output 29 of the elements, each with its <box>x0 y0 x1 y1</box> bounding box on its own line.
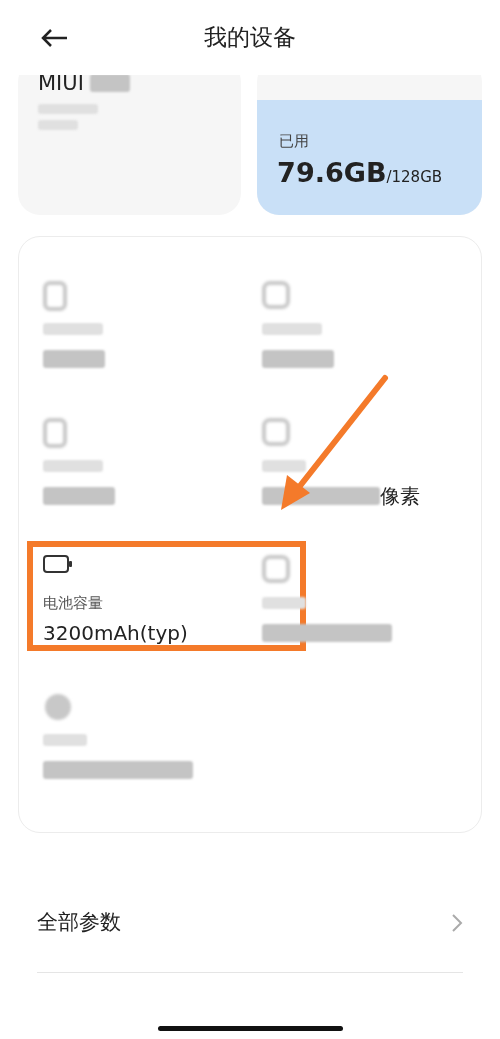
square-icon <box>262 281 290 309</box>
back-arrow-icon <box>40 27 68 48</box>
spec-value: 3200mAh(typ) <box>43 620 188 647</box>
blurred-text-bar <box>43 323 103 335</box>
used-label: 已用 <box>279 131 311 152</box>
blurred-text-bar <box>43 734 87 746</box>
chevron-right-icon <box>451 912 463 933</box>
all-params-row[interactable]: 全部参数 <box>37 873 463 973</box>
blurred-text-bar <box>262 460 306 472</box>
square-icon <box>262 418 290 446</box>
version-card[interactable]: MIUI <box>18 75 242 215</box>
blurred-text-bar <box>262 323 322 335</box>
phone-icon <box>43 418 67 448</box>
square-icon <box>262 555 290 583</box>
spec-unit: 像素 <box>380 483 420 510</box>
spec-label: 电池容量 <box>43 593 103 614</box>
page-title: 我的设备 <box>203 23 297 53</box>
blurred-text-bar <box>89 75 130 92</box>
phone-icon <box>43 281 67 311</box>
blurred-text-bar <box>43 487 115 505</box>
blurred-text-bar <box>43 350 105 368</box>
version-title: MIUI <box>38 75 84 97</box>
storage-card[interactable]: 已用 79.6GB/128GB <box>257 75 482 215</box>
storage-usage: 79.6GB/128GB <box>277 155 444 190</box>
blurred-text-bar <box>262 597 306 609</box>
blurred-text-bar <box>43 460 103 472</box>
blurred-text-bar <box>262 350 334 368</box>
circle-icon <box>43 692 73 722</box>
battery-icon <box>43 555 73 573</box>
